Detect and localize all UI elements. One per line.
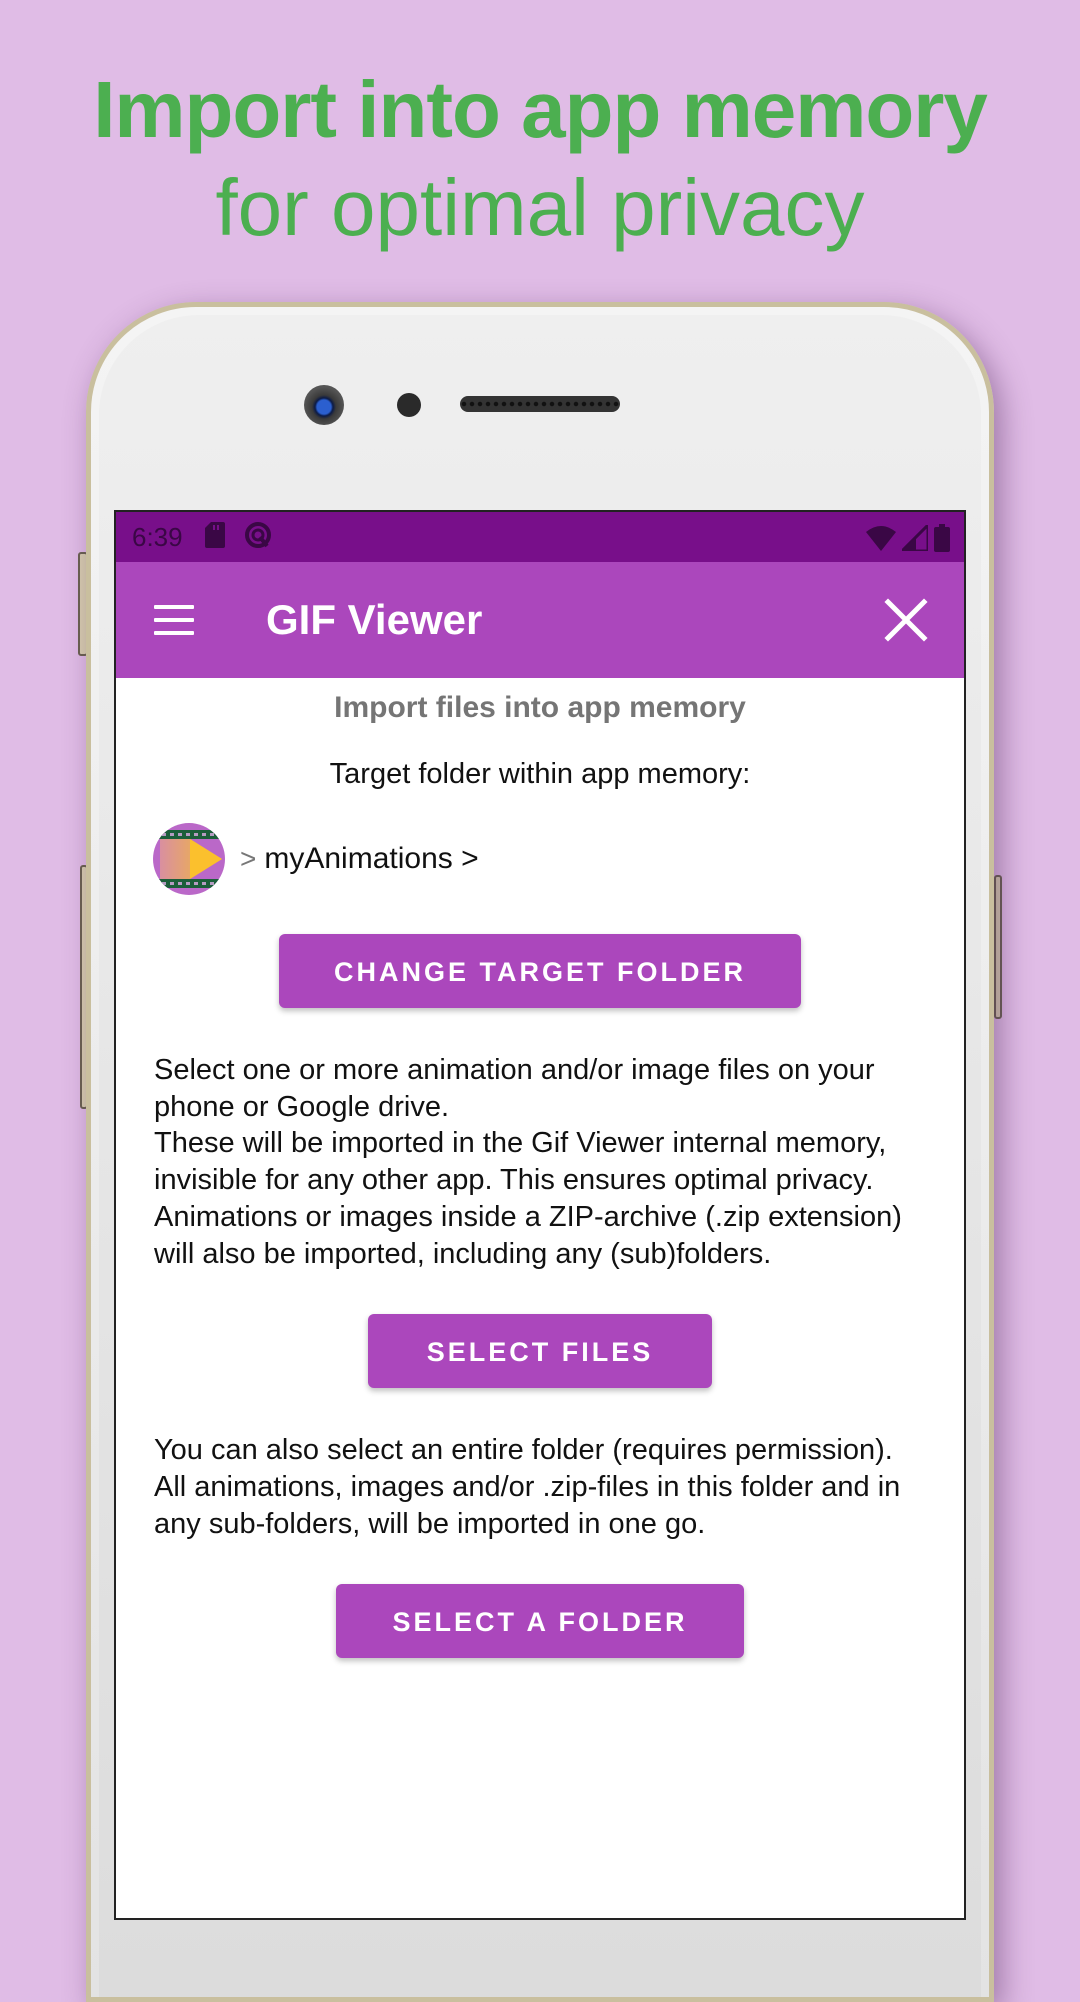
section-title: Import files into app memory (334, 691, 746, 724)
phone-screen: 6:39 GIF Viewer Import files into app me… (114, 510, 966, 1920)
select-files-button[interactable]: SELECT FILES (368, 1314, 712, 1389)
folder-description: You can also select an entire folder (re… (116, 1432, 964, 1542)
files-description: Select one or more animation and/or imag… (116, 1052, 964, 1272)
hamburger-menu-icon[interactable] (154, 605, 194, 635)
files-description-line: Animations or images inside a ZIP-archiv… (154, 1200, 902, 1270)
status-time: 6:39 (132, 521, 183, 552)
import-content: Import files into app memory Target fold… (116, 688, 964, 1659)
folder-description-line: You can also select an entire folder (re… (154, 1434, 893, 1467)
breadcrumb-folder[interactable]: myAnimations > (264, 842, 478, 876)
app-bar: GIF Viewer (116, 562, 964, 678)
breadcrumb-separator: > (240, 843, 257, 874)
change-target-folder-button[interactable]: CHANGE TARGET FOLDER (279, 934, 801, 1008)
app-title: GIF Viewer (266, 596, 483, 643)
close-icon[interactable] (884, 598, 928, 642)
files-description-line: These will be imported in the Gif Viewer… (154, 1127, 887, 1197)
files-description-line: Select one or more animation and/or imag… (154, 1054, 875, 1123)
proximity-sensor-icon (397, 393, 421, 417)
phone-power-button (994, 875, 1002, 1019)
breadcrumb: > myAnimations > (116, 822, 964, 896)
target-folder-label: Target folder within app memory: (329, 758, 751, 790)
promo-headline-bold: Import into app memory (93, 65, 988, 154)
wifi-icon (866, 525, 896, 556)
status-right-icons (866, 521, 950, 557)
gif-viewer-app-icon[interactable] (152, 822, 226, 896)
data-saver-icon (243, 520, 273, 555)
earpiece-speaker-icon (460, 396, 620, 412)
select-folder-button[interactable]: SELECT A FOLDER (336, 1584, 744, 1659)
promo-headline: Import into app memory for optimal priva… (0, 62, 1080, 258)
folder-description-line: All animations, images and/or .zip-files… (154, 1470, 901, 1540)
status-bar: 6:39 (116, 512, 964, 562)
promo-headline-regular: for optimal privacy (215, 163, 865, 252)
front-camera-icon (304, 385, 344, 425)
cell-signal-icon (898, 521, 930, 556)
battery-icon (934, 524, 950, 557)
sd-card-icon (204, 521, 225, 553)
